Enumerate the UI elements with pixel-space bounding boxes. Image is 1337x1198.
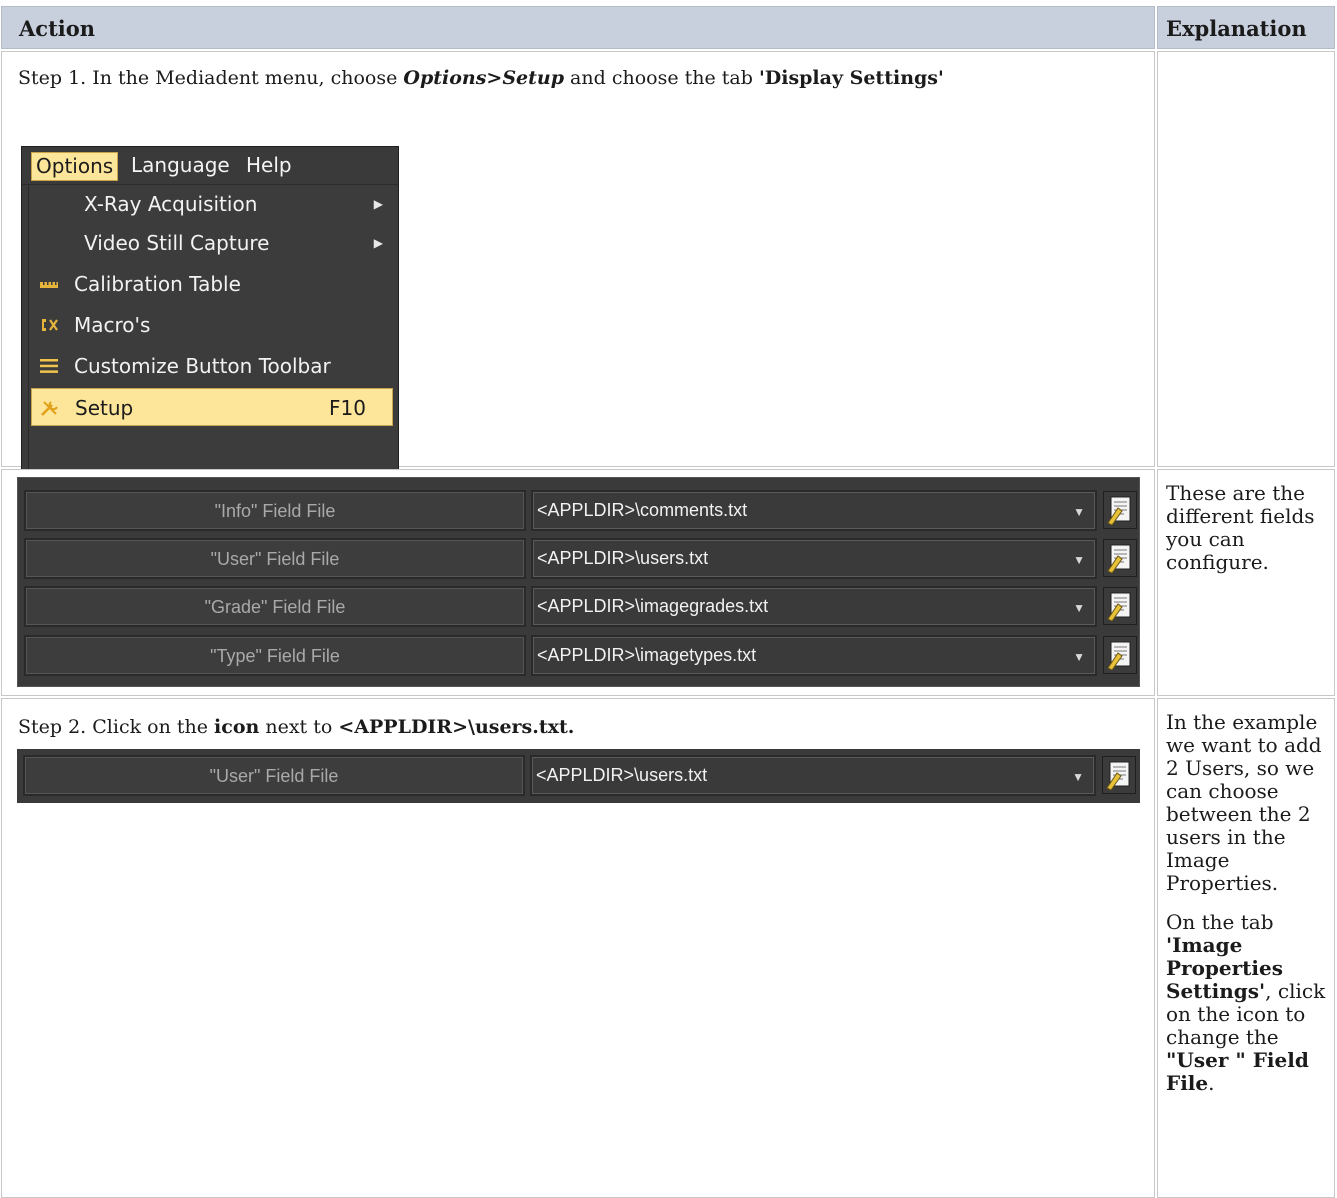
submenu-arrow-icon: ▶	[373, 236, 383, 250]
explanation-paragraph-1: In the example we want to add 2 Users, s…	[1166, 710, 1322, 895]
field-label: "Grade" Field File	[24, 586, 526, 627]
table-header-explanation: Explanation	[1157, 6, 1335, 49]
macro-icon	[42, 319, 58, 331]
menu-help[interactable]: Help	[242, 152, 296, 181]
field-file-select[interactable]: <APPLDIR>\comments.txt ▼	[531, 490, 1097, 531]
edit-file-icon[interactable]	[1103, 539, 1137, 577]
field-label: "User" Field File	[24, 538, 526, 579]
setup-shortcut: F10	[329, 396, 366, 420]
field-file-select[interactable]: <APPLDIR>\users.txt ▼	[531, 538, 1097, 579]
menu-item-video-still-capture[interactable]: Video Still Capture ▶	[29, 224, 397, 262]
ruler-icon	[40, 282, 58, 288]
menu-bar: Options Language Help	[22, 147, 398, 185]
edit-file-icon[interactable]	[1103, 587, 1137, 625]
row2-explanation-cell: These are the different fields you can c…	[1157, 469, 1335, 696]
menu-item-xray-acquisition[interactable]: X-Ray Acquisition ▶	[29, 185, 397, 223]
explanation-fields: These are the different fields you can c…	[1166, 481, 1315, 574]
menu-item-calibration-table[interactable]: Calibration Table	[29, 265, 397, 303]
row3-explanation-cell: In the example we want to add 2 Users, s…	[1157, 698, 1335, 1198]
step1-instruction: Step 1. In the Mediadent menu, choose Op…	[18, 67, 944, 89]
field-row-grade: "Grade" Field File <APPLDIR>\imagegrades…	[24, 584, 1137, 628]
field-file-settings-panel: "Info" Field File <APPLDIR>\comments.txt…	[17, 477, 1140, 687]
field-file-select[interactable]: <APPLDIR>\users.txt ▼	[530, 755, 1096, 796]
dropdown-arrow-icon[interactable]: ▼	[1073, 639, 1085, 676]
field-row-type: "Type" Field File <APPLDIR>\imagetypes.t…	[24, 633, 1137, 677]
dropdown-arrow-icon[interactable]: ▼	[1073, 542, 1085, 579]
menu-item-macros[interactable]: Macro's	[29, 306, 397, 344]
field-file-select[interactable]: <APPLDIR>\imagetypes.txt ▼	[531, 635, 1097, 676]
dropdown-arrow-icon[interactable]: ▼	[1073, 494, 1085, 531]
explanation-add-users: In the example we want to add 2 Users, s…	[1166, 711, 1326, 1111]
dropdown-arrow-icon[interactable]: ▼	[1073, 590, 1085, 627]
field-row-info: "Info" Field File <APPLDIR>\comments.txt…	[24, 488, 1137, 532]
menu-language[interactable]: Language	[127, 152, 234, 181]
column-header-action: Action	[19, 16, 96, 41]
dropdown-arrow-icon[interactable]: ▼	[1072, 759, 1084, 796]
step2-instruction: Step 2. Click on the icon next to <APPLD…	[18, 716, 575, 738]
column-header-explanation: Explanation	[1166, 16, 1307, 41]
options-dropdown: X-Ray Acquisition ▶ Video Still Capture …	[28, 185, 397, 489]
row2-action-cell: "Info" Field File <APPLDIR>\comments.txt…	[1, 469, 1155, 696]
field-label: "Info" Field File	[24, 490, 526, 531]
edit-file-icon[interactable]	[1103, 491, 1137, 529]
edit-file-icon[interactable]	[1102, 756, 1136, 794]
mediadent-options-menu-screenshot: Options Language Help X-Ray Acquisition …	[21, 146, 399, 491]
field-file-select[interactable]: <APPLDIR>\imagegrades.txt ▼	[531, 586, 1097, 627]
field-row-user-single: "User" Field File <APPLDIR>\users.txt ▼	[23, 753, 1136, 797]
edit-file-icon[interactable]	[1103, 636, 1137, 674]
field-row-user: "User" Field File <APPLDIR>\users.txt ▼	[24, 536, 1137, 580]
row1-action-cell: Step 1. In the Mediadent menu, choose Op…	[1, 51, 1155, 491]
menu-item-customize-button-toolbar[interactable]: Customize Button Toolbar	[29, 347, 397, 385]
explanation-paragraph-2: On the tab 'Image Properties Settings', …	[1166, 910, 1326, 1095]
row1-explanation-cell	[1157, 51, 1335, 467]
user-field-file-panel: "User" Field File <APPLDIR>\users.txt ▼	[17, 749, 1140, 803]
menu-options[interactable]: Options	[31, 152, 119, 181]
field-label: "User" Field File	[23, 755, 525, 796]
submenu-arrow-icon: ▶	[373, 197, 383, 211]
row3-action-cell: Step 2. Click on the icon next to <APPLD…	[1, 698, 1155, 1198]
field-label: "Type" Field File	[24, 635, 526, 676]
table-header-action: Action	[1, 6, 1155, 49]
hamburger-icon	[40, 359, 58, 373]
wrench-screwdriver-icon	[41, 401, 58, 416]
menu-item-setup[interactable]: Setup F10	[31, 388, 393, 426]
